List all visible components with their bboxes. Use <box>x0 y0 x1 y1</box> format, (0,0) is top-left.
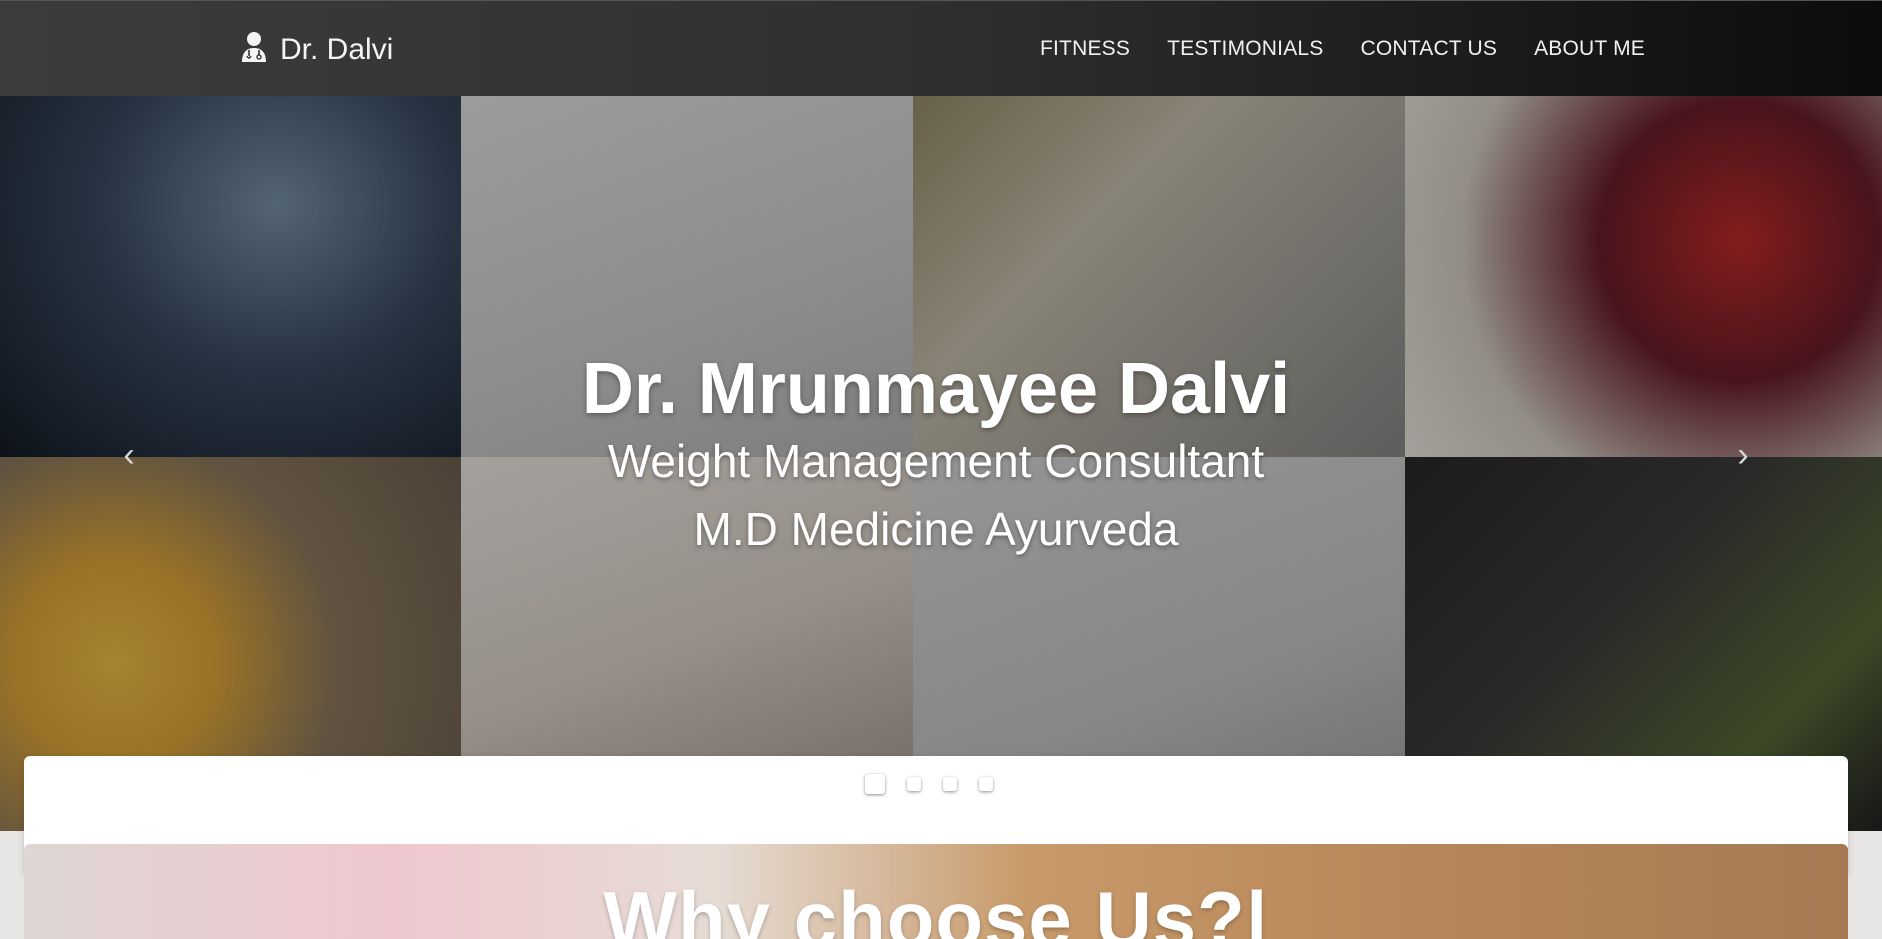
hero-subtitle-degree: M.D Medicine Ayurveda <box>693 503 1179 555</box>
hero-title: Dr. Mrunmayee Dalvi <box>581 349 1291 429</box>
hero-carousel: Dr. Mrunmayee Dalvi Weight Management Co… <box>0 96 1882 831</box>
nav-link-contact-us[interactable]: CONTACT US <box>1361 37 1498 61</box>
nav-link-testimonials[interactable]: TESTIMONIALS <box>1167 37 1323 61</box>
carousel-indicator-1[interactable] <box>864 774 885 794</box>
nav-link-about-me[interactable]: ABOUT ME <box>1534 37 1645 61</box>
why-choose-us-title: Why choose Us?| <box>603 875 1269 939</box>
carousel-indicator-2[interactable] <box>906 777 921 791</box>
carousel-next-button[interactable]: › <box>1728 438 1758 472</box>
chevron-right-icon: › <box>1737 436 1749 474</box>
doctor-icon <box>240 31 268 68</box>
brand-text: Dr. Dalvi <box>280 32 394 66</box>
nav-menu: FITNESS TESTIMONIALS CONTACT US ABOUT ME <box>1040 37 1645 61</box>
chevron-left-icon: ‹ <box>123 436 135 474</box>
why-choose-us-section: Why choose Us?| <box>24 844 1848 939</box>
top-navbar: Dr. Dalvi FITNESS TESTIMONIALS CONTACT U… <box>0 0 1882 96</box>
brand[interactable]: Dr. Dalvi <box>240 31 393 68</box>
nav-link-fitness[interactable]: FITNESS <box>1040 37 1130 61</box>
carousel-indicators <box>24 774 1833 794</box>
carousel-indicator-4[interactable] <box>978 777 993 791</box>
carousel-prev-button[interactable]: ‹ <box>114 438 144 472</box>
carousel-indicator-3[interactable] <box>942 777 957 791</box>
hero-subtitle-role: Weight Management Consultant <box>607 435 1265 487</box>
